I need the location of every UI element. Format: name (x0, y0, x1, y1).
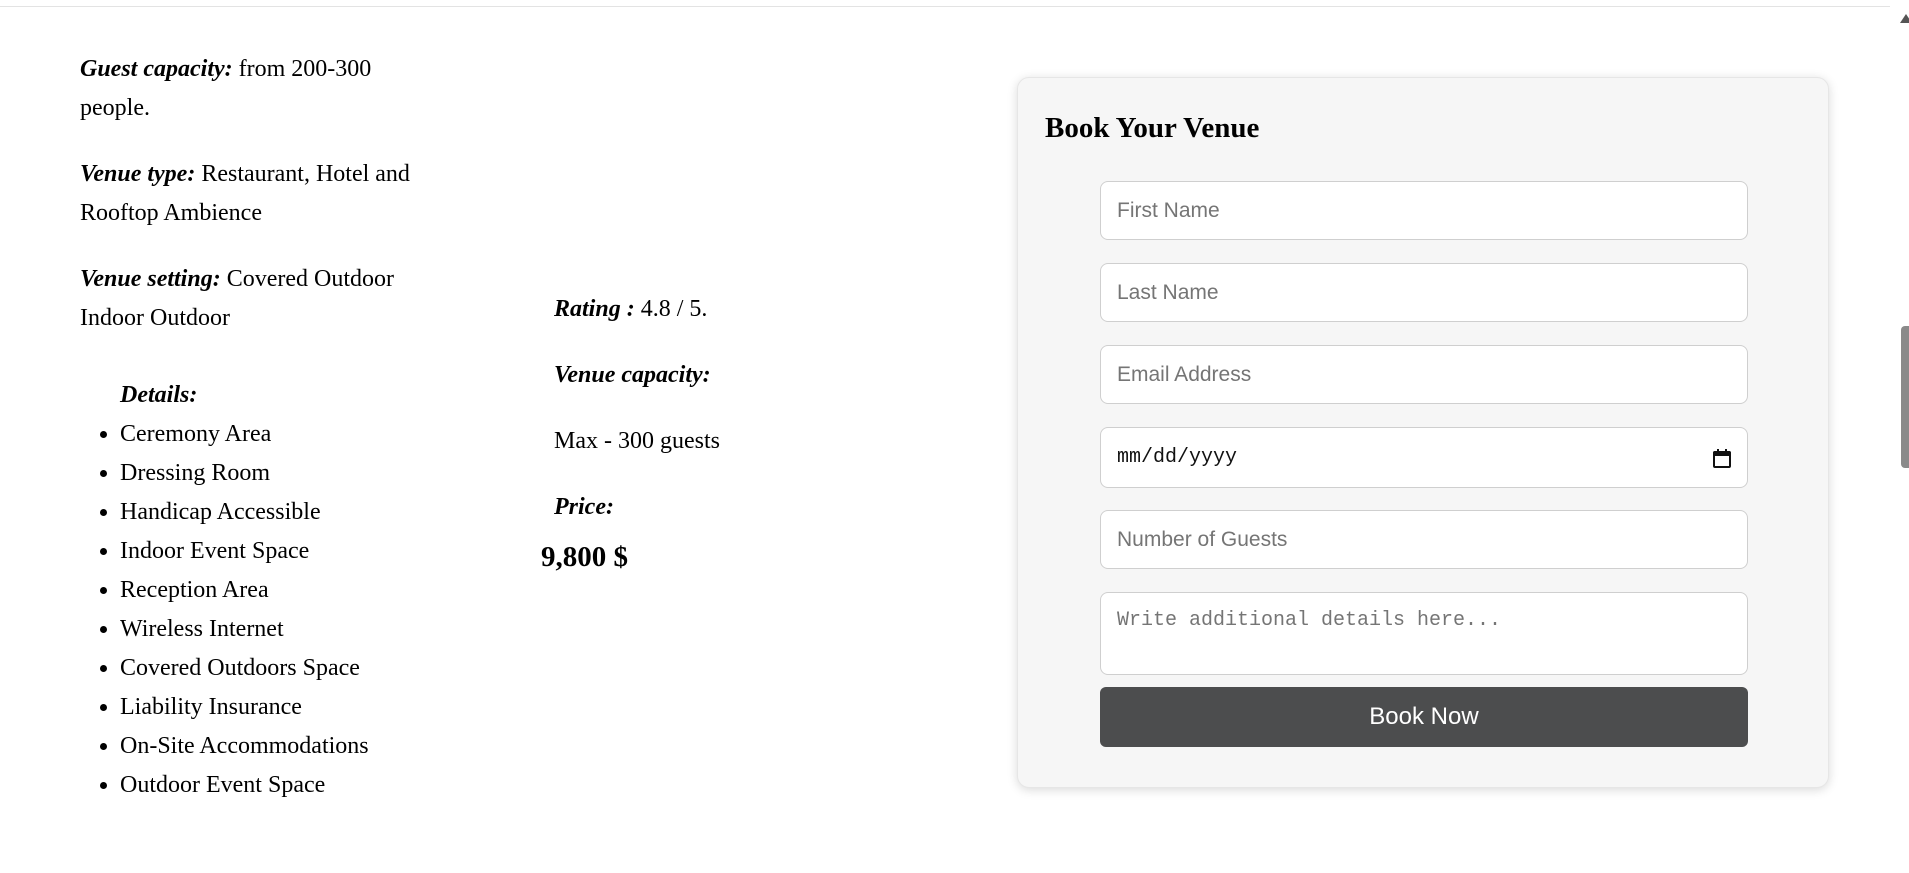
list-item: Liability Insurance (120, 688, 410, 727)
rating-value: 4.8 / 5. (634, 296, 708, 322)
venue-setting: Venue setting: Covered Outdoor Indoor Ou… (80, 260, 410, 338)
email-input[interactable] (1100, 345, 1748, 404)
booking-form-card: Book Your Venue mm/dd/yyyy Book Now (1017, 77, 1829, 788)
price-value: 9,800 $ (541, 541, 628, 573)
list-item: Handicap Accessible (120, 493, 410, 532)
rating-label: Rating : (554, 296, 635, 322)
venue-stats-column: Rating : 4.8 / 5. Venue capacity: Max - … (541, 290, 874, 577)
venue-capacity-value: Max - 300 guests (554, 428, 720, 454)
list-item: Covered Outdoors Space (120, 649, 410, 688)
venue-type-label: Venue type: (80, 161, 196, 187)
scroll-up-arrow-icon[interactable] (1900, 14, 1909, 23)
details-title: Details: (120, 382, 198, 408)
list-item: On-Site Accommodations (120, 727, 410, 766)
list-item: Reception Area (120, 571, 410, 610)
booking-title: Book Your Venue (1045, 112, 1260, 144)
last-name-input[interactable] (1100, 263, 1748, 322)
first-name-input[interactable] (1100, 181, 1748, 240)
number-of-guests-input[interactable] (1100, 510, 1748, 569)
list-item: Wireless Internet (120, 610, 410, 649)
page: Guest capacity: from 200-300 people. Ven… (0, 0, 1909, 873)
guest-capacity-label: Guest capacity: (80, 56, 233, 82)
list-item: Outdoor Event Space (120, 766, 410, 805)
book-now-button[interactable]: Book Now (1100, 687, 1748, 747)
price-label: Price: (554, 494, 614, 520)
additional-details-textarea[interactable] (1100, 592, 1748, 675)
date-input[interactable]: mm/dd/yyyy (1100, 427, 1748, 488)
venue-capacity-label: Venue capacity: (554, 362, 711, 388)
venue-info-column: Guest capacity: from 200-300 people. Ven… (80, 50, 410, 805)
venue-type: Venue type: Restaurant, Hotel and Roofto… (80, 155, 410, 233)
list-item: Ceremony Area (120, 415, 410, 454)
list-item: Dressing Room (120, 454, 410, 493)
top-divider (0, 6, 1890, 7)
venue-setting-label: Venue setting: (80, 266, 221, 292)
date-value: mm/dd/yyyy (1117, 446, 1238, 469)
details-list: Ceremony Area Dressing Room Handicap Acc… (80, 415, 410, 805)
list-item: Indoor Event Space (120, 532, 410, 571)
guest-capacity: Guest capacity: from 200-300 people. (80, 50, 410, 128)
calendar-icon[interactable] (1713, 448, 1731, 468)
scrollbar-thumb[interactable] (1901, 326, 1909, 468)
rating: Rating : 4.8 / 5. (554, 290, 874, 329)
